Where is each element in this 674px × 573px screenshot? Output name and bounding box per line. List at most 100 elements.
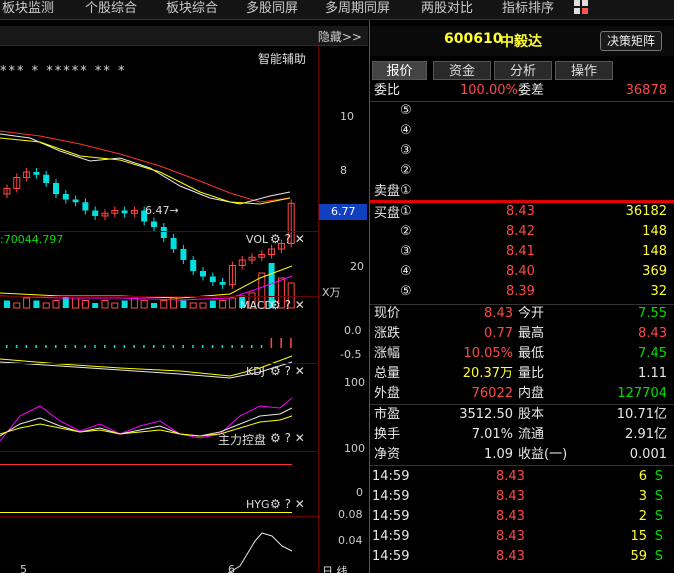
volume-bar	[189, 302, 197, 309]
volume-bar	[72, 297, 80, 309]
sell-level: ③	[400, 143, 412, 158]
macd-tool-icons[interactable]: ⚙ ? ✕	[270, 298, 305, 312]
low-price-label: 6.47→	[145, 204, 179, 217]
sell-label: 卖盘	[374, 184, 401, 199]
macd-bar	[94, 345, 96, 348]
y-axis-divider	[318, 46, 319, 573]
period-daily-button[interactable]: 日 线	[322, 563, 348, 573]
buy-row: ④ 8.40 369	[370, 262, 674, 282]
buy-row: ③ 8.41 148	[370, 242, 674, 262]
fund-row: 换手 7.01% 流通 2.91亿	[370, 425, 674, 445]
buy-price: 8.41	[506, 244, 535, 259]
stat-value: 7.45	[638, 346, 667, 361]
tick-side: S	[654, 469, 663, 484]
stat-label: 今开	[518, 306, 545, 321]
vol-unit: X万	[322, 286, 341, 299]
stock-code: 600610	[444, 31, 503, 47]
nav-sector-overview[interactable]: 板块综合	[166, 0, 218, 18]
tab-operation[interactable]: 操作	[555, 61, 613, 80]
macd-label: MACD	[240, 299, 273, 312]
sell-level: ②	[400, 163, 412, 178]
volume-bar	[101, 300, 109, 309]
nav-indicator-sort[interactable]: 指标排序	[502, 0, 554, 18]
macd-bar	[221, 345, 224, 348]
tick-volume: 2	[638, 509, 647, 524]
nav-multi-period[interactable]: 多周期同屏	[325, 0, 390, 18]
fund-label: 净资	[374, 447, 401, 462]
macd-bar	[211, 345, 214, 348]
buy-level: ①	[400, 204, 412, 219]
tick-side: S	[654, 509, 663, 524]
hyg-tool-icons[interactable]: ⚙ ? ✕	[270, 497, 305, 511]
zlkp-tool-icons[interactable]: ⚙ ? ✕	[270, 431, 305, 445]
price-tick-8: 8	[340, 164, 347, 177]
sell-level: ①	[400, 183, 412, 198]
stat-label: 最高	[518, 326, 545, 341]
grid-menu-icon[interactable]	[573, 0, 589, 21]
stat-value: 20.37万	[462, 366, 513, 381]
buy-price: 8.39	[506, 284, 535, 299]
tab-analysis[interactable]: 分析	[494, 61, 552, 80]
stat-value: 1.11	[638, 366, 667, 381]
sell-row: ④	[370, 121, 674, 141]
sell-row: ①	[370, 181, 674, 201]
decision-matrix-button[interactable]: 决策矩阵	[600, 31, 662, 51]
tick-time: 14:59	[372, 509, 410, 524]
vol-tool-icons[interactable]: ⚙ ? ✕	[270, 232, 305, 246]
stat-row: 外盘 76022 内盘 127704	[370, 384, 674, 404]
stat-value: 10.05%	[463, 346, 513, 361]
macd-bar	[133, 345, 135, 348]
stock-name: 中毅达	[500, 34, 542, 50]
tick-price: 8.43	[496, 469, 525, 484]
tick-time: 14:59	[372, 469, 410, 484]
volume-bar	[62, 295, 69, 308]
volume-bar	[33, 300, 40, 308]
kdj-tool-icons[interactable]: ⚙ ? ✕	[270, 364, 305, 378]
tick-side: S	[654, 549, 663, 564]
tab-funds[interactable]: 资金	[433, 61, 491, 80]
weicha-value: 36878	[625, 83, 667, 98]
buy-price: 8.42	[506, 224, 535, 239]
stat-label: 内盘	[518, 386, 545, 401]
fund-label: 换手	[374, 427, 401, 442]
macd-bar	[172, 345, 175, 348]
sell-level: ④	[400, 123, 412, 138]
candles	[3, 168, 295, 289]
buy-volume: 369	[642, 264, 667, 279]
fund-row: 净资 1.09 收益(一) 0.001	[370, 445, 674, 465]
tick-row: 14:59 8.43 3 S	[370, 487, 674, 507]
volume-bar	[42, 302, 50, 309]
buy-row: ⑤ 8.39 32	[370, 282, 674, 302]
zlkp-tick-100: 100	[344, 442, 365, 455]
quote-panel: 600610 中毅达 决策矩阵 报价 资金 分析 操作 委比 100.00% 委…	[369, 20, 674, 573]
sell-row: ⑤	[370, 101, 674, 121]
stat-label: 涨幅	[374, 346, 401, 361]
nav-sector-monitor[interactable]: 板块监测	[2, 0, 54, 18]
stat-label: 现价	[374, 306, 401, 321]
nav-compare-two[interactable]: 两股对比	[421, 0, 473, 18]
buy-price: 8.40	[506, 264, 535, 279]
tick-time: 14:59	[372, 529, 410, 544]
macd-bar	[290, 338, 292, 348]
hide-toggle-button[interactable]: 隐藏>>	[318, 28, 362, 45]
volume-bar	[199, 302, 207, 309]
top-navigation-bar: 板块监测 个股综合 板块综合 多股同屏 多周期同屏 两股对比 指标排序	[0, 0, 674, 20]
volume-bar	[13, 302, 21, 309]
tick-time: 14:59	[372, 489, 410, 504]
tab-quote[interactable]: 报价	[372, 61, 427, 80]
volume-bar	[23, 297, 31, 309]
macd-bar	[192, 345, 194, 348]
nav-multi-stock[interactable]: 多股同屏	[246, 0, 298, 18]
vol-tick: 20	[350, 260, 364, 273]
sell-row: ②	[370, 161, 674, 181]
vol-label: VOL	[246, 233, 269, 246]
volume-bar	[219, 300, 227, 309]
macd-bar	[251, 345, 253, 348]
hyg-label: HYG	[246, 498, 270, 511]
zlkp-tick-0: 0	[356, 486, 363, 499]
tick-price: 8.43	[496, 509, 525, 524]
volume-bar	[111, 302, 119, 309]
volume-bar	[228, 297, 236, 309]
volume-bar	[121, 300, 128, 308]
nav-stock-overview[interactable]: 个股综合	[85, 0, 137, 18]
